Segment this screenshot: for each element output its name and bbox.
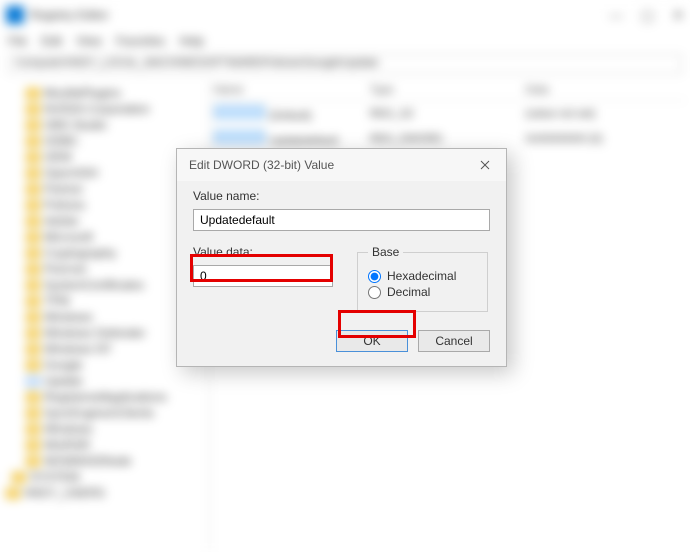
- col-data[interactable]: Data: [526, 84, 682, 96]
- dialog-title: Edit DWORD (32-bit) Value: [189, 158, 334, 172]
- dword-value-icon: [214, 130, 265, 144]
- base-legend: Base: [368, 245, 403, 259]
- tree-item[interactable]: Adobe: [44, 214, 79, 228]
- app-title: Registry Editor: [30, 8, 109, 22]
- value-name-label: Value name:: [193, 189, 490, 203]
- window-close-icon[interactable]: ✕: [672, 7, 684, 24]
- cancel-button[interactable]: Cancel: [418, 330, 490, 352]
- tree-item[interactable]: Windows: [44, 422, 93, 436]
- address-bar[interactable]: Computer\HKEY_LOCAL_MACHINE\SOFTWARE\Pol…: [8, 54, 682, 74]
- tree-item[interactable]: SyncEngines\Clients: [44, 406, 154, 420]
- value-data-label: Value data:: [193, 245, 333, 259]
- radio-hex-input[interactable]: [368, 270, 381, 283]
- menu-edit[interactable]: Edit: [41, 34, 62, 48]
- menu-file[interactable]: File: [8, 34, 27, 48]
- edit-dword-dialog: Edit DWORD (32-bit) Value Value name: Va…: [176, 148, 507, 367]
- tree-item[interactable]: SYSTEM: [30, 470, 79, 484]
- tree-item[interactable]: OBS Studio: [44, 118, 107, 132]
- menu-help[interactable]: Help: [179, 34, 204, 48]
- tree-item[interactable]: Google: [44, 358, 83, 372]
- tree-item[interactable]: WOW6432Node: [44, 454, 131, 468]
- titlebar: Registry Editor — ▢ ✕: [0, 0, 690, 30]
- tree-item-selected[interactable]: Update: [44, 374, 83, 388]
- col-type[interactable]: Type: [370, 84, 526, 96]
- tree-item[interactable]: Policies: [44, 198, 85, 212]
- window-max-icon[interactable]: ▢: [641, 7, 654, 24]
- tree-item[interactable]: ODBC: [44, 134, 79, 148]
- tree-item[interactable]: TPM: [44, 294, 69, 308]
- ok-button[interactable]: OK: [336, 330, 408, 352]
- tree-item[interactable]: HKEY_USERS: [24, 486, 105, 500]
- value-name-input[interactable]: [193, 209, 490, 231]
- app-icon: [6, 6, 24, 24]
- menubar[interactable]: File Edit View Favorites Help: [0, 30, 690, 52]
- tree-item[interactable]: SystemCertificates: [44, 278, 144, 292]
- radio-dec[interactable]: Decimal: [368, 285, 477, 299]
- tree-item[interactable]: Peernet: [44, 262, 86, 276]
- radio-dec-input[interactable]: [368, 286, 381, 299]
- tree-item[interactable]: Microsoft: [44, 230, 93, 244]
- table-row[interactable]: (Default) REG_SZ (value not set): [214, 101, 686, 126]
- tree-item[interactable]: WinRAR: [44, 438, 90, 452]
- menu-favorites[interactable]: Favorites: [116, 34, 165, 48]
- window-min-icon[interactable]: —: [609, 7, 623, 24]
- list-header[interactable]: Name Type Data: [214, 84, 686, 101]
- tree-item[interactable]: Windows Defender: [44, 326, 145, 340]
- radio-hex[interactable]: Hexadecimal: [368, 269, 477, 283]
- value-data-input[interactable]: [193, 265, 333, 287]
- tree-item[interactable]: Windows: [44, 310, 93, 324]
- col-name[interactable]: Name: [214, 84, 370, 96]
- tree-item[interactable]: Cryptography: [44, 246, 116, 260]
- base-fieldset: Base Hexadecimal Decimal: [357, 245, 488, 312]
- tree-item[interactable]: MozillaPlugins: [44, 86, 121, 100]
- dialog-titlebar: Edit DWORD (32-bit) Value: [177, 149, 506, 181]
- tree-item[interactable]: Partner: [44, 182, 83, 196]
- string-value-icon: [214, 105, 265, 119]
- close-icon[interactable]: [474, 154, 496, 176]
- tree-item[interactable]: OEM: [44, 150, 71, 164]
- tree-item[interactable]: RegisteredApplications: [44, 390, 167, 404]
- tree-item[interactable]: Windows NT: [44, 342, 112, 356]
- menu-view[interactable]: View: [76, 34, 102, 48]
- tree-item[interactable]: OpenSSH: [44, 166, 98, 180]
- tree-item[interactable]: NVIDIA Corporation: [44, 102, 149, 116]
